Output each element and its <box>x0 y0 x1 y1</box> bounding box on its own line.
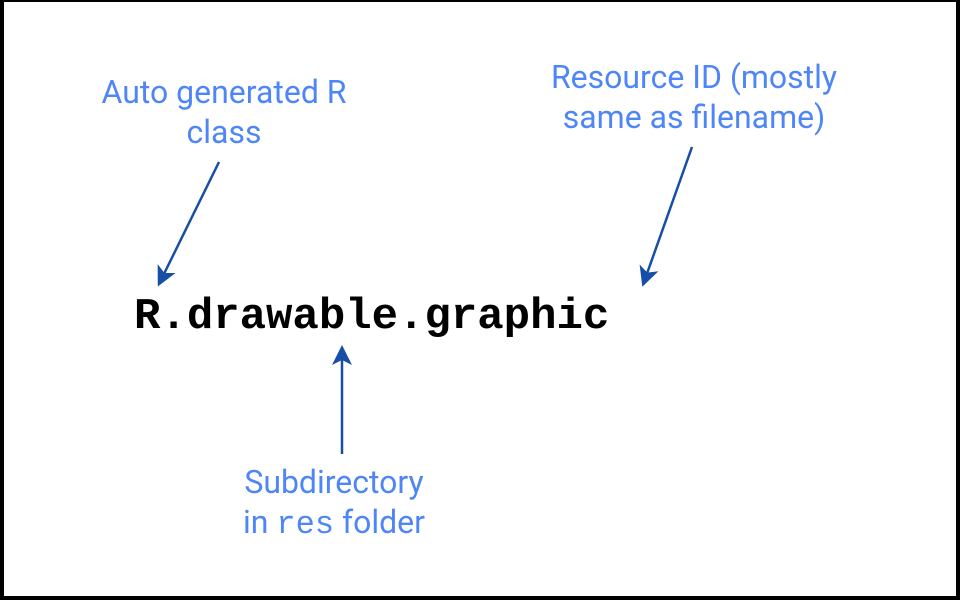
annotation-subdir-line1: Subdirectory <box>244 463 423 501</box>
code-sep2: . <box>398 292 424 342</box>
code-graphic: graphic <box>424 292 609 342</box>
annotation-resource-id-line1: Resource ID (mostly <box>551 58 837 96</box>
annotation-resource-id: Resource ID (mostly same as filename) <box>504 57 884 137</box>
arrow-resource-id <box>644 147 692 282</box>
annotation-resource-id-line2: same as filename) <box>563 98 825 136</box>
annotation-subdir-line2-code: res <box>276 506 334 543</box>
code-expression: R.drawable.graphic <box>134 292 609 342</box>
arrow-r-class <box>160 162 219 282</box>
annotation-r-class-line1: Auto generated R <box>101 73 346 111</box>
code-drawable: drawable <box>187 292 398 342</box>
annotation-r-class: Auto generated R class <box>64 72 384 152</box>
annotation-subdirectory: Subdirectory in res folder <box>184 462 484 545</box>
code-sep1: . <box>160 292 186 342</box>
code-r: R <box>134 292 160 342</box>
annotation-subdir-line2-prefix: in <box>243 503 276 541</box>
annotation-subdir-line2-suffix: folder <box>334 503 425 541</box>
diagram-frame: Auto generated R class Resource ID (most… <box>0 0 960 600</box>
annotation-r-class-line2: class <box>187 113 262 151</box>
